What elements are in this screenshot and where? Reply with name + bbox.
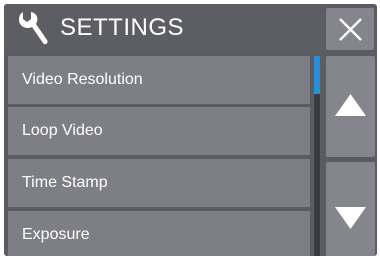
menu-item-label: Loop Video xyxy=(22,122,103,139)
menu-item-exposure[interactable]: Exposure xyxy=(8,211,310,256)
menu-item-loop-video[interactable]: Loop Video xyxy=(8,107,310,155)
settings-panel: SETTINGS Video Resolution Loop Video Tim… xyxy=(4,4,377,256)
menu-item-label: Exposure xyxy=(22,226,90,243)
scroll-down-button[interactable] xyxy=(326,162,375,256)
triangle-up-icon xyxy=(335,94,366,116)
menu-item-video-resolution[interactable]: Video Resolution xyxy=(8,56,310,104)
menu-item-label: Time Stamp xyxy=(22,174,108,191)
settings-menu-list: Video Resolution Loop Video Time Stamp E… xyxy=(8,56,310,256)
scroll-up-button[interactable] xyxy=(326,56,375,157)
close-icon xyxy=(339,18,362,41)
scrollbar[interactable] xyxy=(314,56,320,256)
menu-item-label: Video Resolution xyxy=(22,71,143,88)
scrollbar-thumb[interactable] xyxy=(314,56,320,94)
settings-header: SETTINGS xyxy=(4,4,324,51)
close-button[interactable] xyxy=(326,8,374,50)
wrench-icon xyxy=(19,12,48,45)
page-title: SETTINGS xyxy=(60,14,185,41)
menu-item-time-stamp[interactable]: Time Stamp xyxy=(8,159,310,207)
triangle-down-icon xyxy=(335,207,366,229)
